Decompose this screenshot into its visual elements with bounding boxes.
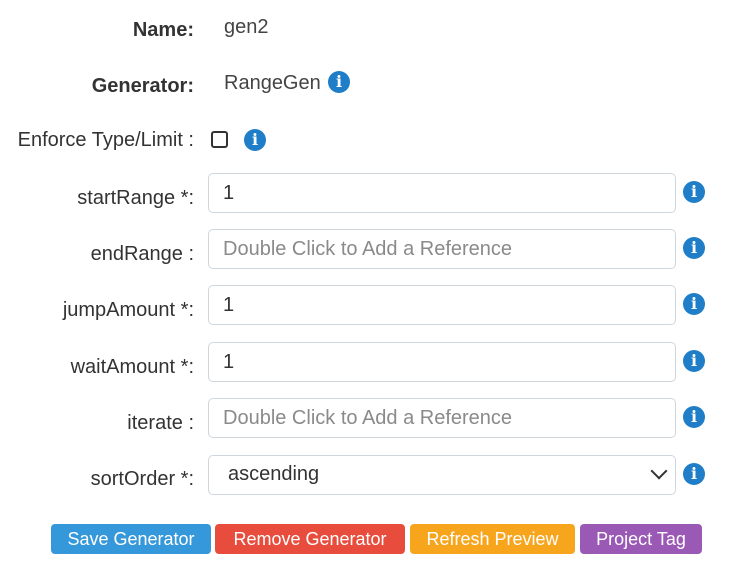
- iterate-label: iterate :: [127, 412, 194, 434]
- start-range-label: startRange *:: [77, 187, 194, 209]
- iterate-input[interactable]: [208, 398, 676, 438]
- enforce-checkbox[interactable]: [211, 131, 228, 148]
- generator-value: RangeGen: [224, 72, 321, 94]
- generator-label: Generator:: [91, 75, 194, 97]
- enforce-info-icon[interactable]: i: [244, 129, 266, 151]
- wait-amount-info-icon[interactable]: i: [683, 350, 705, 372]
- name-value: gen2: [224, 16, 269, 38]
- end-range-input[interactable]: [208, 229, 676, 269]
- name-label: Name:: [132, 19, 194, 41]
- enforce-label: Enforce Type/Limit :: [17, 129, 194, 151]
- wait-amount-label: waitAmount *:: [70, 356, 194, 378]
- sort-order-select[interactable]: ascending: [208, 455, 676, 495]
- end-range-info-icon[interactable]: i: [683, 237, 705, 259]
- start-range-info-icon[interactable]: i: [683, 181, 705, 203]
- sort-order-value: ascending: [228, 463, 320, 485]
- remove-generator-button[interactable]: Remove Generator: [215, 524, 405, 554]
- sort-order-info-icon[interactable]: i: [683, 463, 705, 485]
- chevron-down-icon: [650, 462, 668, 480]
- start-range-input[interactable]: [208, 173, 676, 213]
- generator-info-icon[interactable]: i: [328, 71, 350, 93]
- wait-amount-input[interactable]: [208, 342, 676, 382]
- refresh-preview-button[interactable]: Refresh Preview: [410, 524, 575, 554]
- save-generator-button[interactable]: Save Generator: [51, 524, 211, 554]
- jump-amount-input[interactable]: [208, 285, 676, 325]
- iterate-info-icon[interactable]: i: [683, 406, 705, 428]
- project-tag-button[interactable]: Project Tag: [580, 524, 702, 554]
- jump-amount-info-icon[interactable]: i: [683, 293, 705, 315]
- jump-amount-label: jumpAmount *:: [62, 299, 194, 321]
- end-range-label: endRange :: [90, 243, 194, 265]
- sort-order-label: sortOrder *:: [90, 468, 194, 490]
